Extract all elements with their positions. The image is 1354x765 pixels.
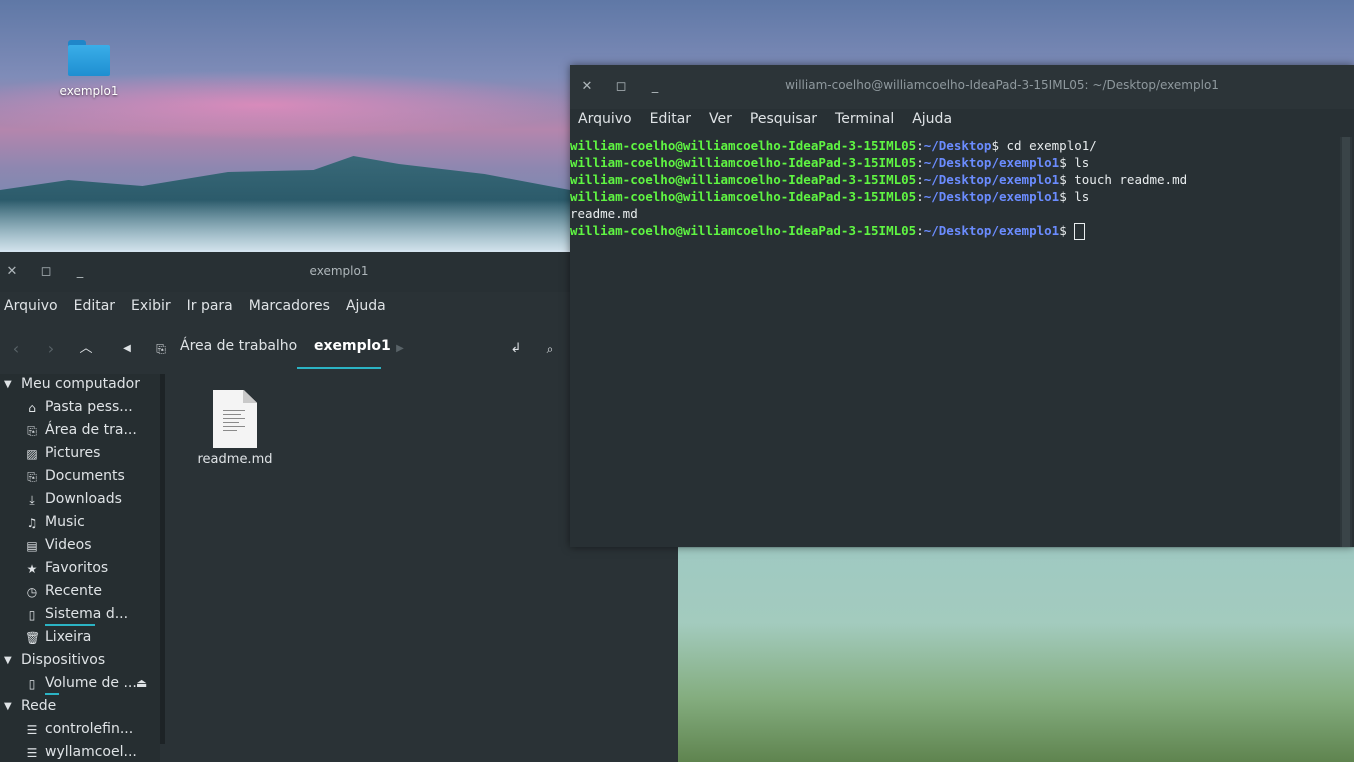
eject-icon[interactable]: ⏏ <box>136 676 147 690</box>
download-icon: ⤓ <box>29 493 35 507</box>
home-icon: ⌂ <box>28 401 36 415</box>
sidebar-item-videos[interactable]: ▤ Videos <box>0 535 160 558</box>
expand-arrow-icon: ▼ <box>4 701 12 712</box>
up-icon[interactable]: ︿ <box>77 340 95 358</box>
terminal-titlebar: ✕ ◻ _ william-coelho@williamcoelho-IdeaP… <box>570 65 1354 109</box>
forward-icon[interactable]: › <box>42 340 60 358</box>
sidebar-section-dispositivos[interactable]: ▼ Dispositivos <box>0 650 160 673</box>
video-icon: ▤ <box>26 539 38 553</box>
expand-arrow-icon: ▼ <box>4 655 12 666</box>
back-icon[interactable]: ‹ <box>7 340 25 358</box>
file-name: readme.md <box>197 452 273 467</box>
music-icon: ♫ <box>26 516 38 530</box>
image-icon: ▨ <box>26 447 38 461</box>
sidebar-item-recente[interactable]: ◷ Recente <box>0 581 160 604</box>
maximize-icon[interactable]: ◻ <box>613 79 629 95</box>
desktop-folder-icon: ⎘ <box>27 424 37 438</box>
menu-item-ajuda[interactable]: Ajuda <box>912 111 952 127</box>
menu-item-marcadores[interactable]: Marcadores <box>249 298 330 314</box>
sidebar-item-music[interactable]: ♫ Music <box>0 512 160 535</box>
menu-item-arquivo[interactable]: Arquivo <box>4 298 58 314</box>
terminal-output-line: readme.md <box>570 206 638 221</box>
network-server-icon: ☰ <box>26 746 38 760</box>
breadcrumb-exemplo1[interactable]: exemplo1 <box>314 338 391 354</box>
breadcrumb-area-de-trabalho[interactable]: Área de trabalho <box>180 338 297 354</box>
text-cursor <box>1074 223 1086 240</box>
terminal-menu-bar: Arquivo Editar Ver Pesquisar Terminal Aj… <box>578 111 970 127</box>
sidebar-item-sistema-de-arquivos[interactable]: ▯ Sistema d... <box>0 604 160 627</box>
terminal-title: william-coelho@williamcoelho-IdeaPad-3-1… <box>785 78 1219 92</box>
star-icon: ★ <box>26 562 38 576</box>
terminal-window: ✕ ◻ _ william-coelho@williamcoelho-IdeaP… <box>570 65 1354 547</box>
menu-item-ajuda[interactable]: Ajuda <box>346 298 386 314</box>
sidebar-item-volume[interactable]: ▯ Volume de ... ⏏ <box>0 673 160 696</box>
scrollbar-thumb[interactable] <box>1342 137 1350 547</box>
sidebar-item-pictures[interactable]: ▨ Pictures <box>0 443 160 466</box>
sidebar-item-favoritos[interactable]: ★ Favoritos <box>0 558 160 581</box>
active-crumb-indicator <box>297 367 381 369</box>
folder-icon <box>68 40 110 76</box>
sidebar-item-controlefin[interactable]: ☰ controlefin... <box>0 719 160 742</box>
desktop-folder-icon: ⎘ <box>156 342 166 356</box>
sidebar-section-rede[interactable]: ▼ Rede <box>0 696 160 719</box>
terminal-scrollbar[interactable] <box>1340 137 1352 547</box>
terminal-prompt-line: william-coelho@williamcoelho-IdeaPad-3-1… <box>570 222 1340 240</box>
menu-item-ver[interactable]: Ver <box>709 111 732 127</box>
search-icon[interactable]: ⌕ <box>541 340 559 358</box>
terminal-line: william-coelho@williamcoelho-IdeaPad-3-1… <box>570 138 1097 153</box>
desktop-folder[interactable]: exemplo1 <box>58 40 120 98</box>
sidebar: ▼ Meu computador ⌂ Pasta pess... ⎘ Área … <box>0 374 160 762</box>
terminal-line: william-coelho@williamcoelho-IdeaPad-3-1… <box>570 155 1090 170</box>
toolbar: ‹ › ︿ ◀ ⎘ Área de trabalho exemplo1 ▶ ↲ … <box>0 324 567 375</box>
menu-bar: Arquivo Editar Exibir Ir para Marcadores… <box>4 298 402 314</box>
menu-item-arquivo[interactable]: Arquivo <box>578 111 632 127</box>
sidebar-item-area-de-trabalho[interactable]: ⎘ Área de tra... <box>0 420 160 443</box>
location-toggle-icon[interactable]: ↲ <box>507 340 525 358</box>
sidebar-item-downloads[interactable]: ⤓ Downloads <box>0 489 160 512</box>
sidebar-item-lixeira[interactable]: 🗑 Lixeira <box>0 627 160 650</box>
terminal-output[interactable]: william-coelho@williamcoelho-IdeaPad-3-1… <box>570 137 1340 547</box>
menu-item-pesquisar[interactable]: Pesquisar <box>750 111 817 127</box>
network-server-icon: ☰ <box>26 723 38 737</box>
menu-item-terminal[interactable]: Terminal <box>835 111 894 127</box>
desktop-folder-label: exemplo1 <box>59 84 119 98</box>
disk-usage-bar <box>45 624 95 626</box>
expand-arrow-icon: ▼ <box>4 379 12 390</box>
disk-usage-bar <box>45 693 59 695</box>
drive-icon: ▯ <box>28 677 36 691</box>
terminal-line: william-coelho@williamcoelho-IdeaPad-3-1… <box>570 172 1188 187</box>
menu-item-exibir[interactable]: Exibir <box>131 298 171 314</box>
breadcrumb-left-icon[interactable]: ◀ <box>118 340 136 358</box>
menu-item-editar[interactable]: Editar <box>74 298 115 314</box>
text-file-icon <box>213 390 257 448</box>
menu-item-editar[interactable]: Editar <box>650 111 691 127</box>
trash-icon: 🗑 <box>25 631 41 645</box>
close-icon[interactable]: ✕ <box>579 79 595 95</box>
sidebar-section-meu-computador[interactable]: ▼ Meu computador <box>0 374 160 397</box>
terminal-line: william-coelho@williamcoelho-IdeaPad-3-1… <box>570 189 1090 204</box>
sidebar-item-pasta-pessoal[interactable]: ⌂ Pasta pess... <box>0 397 160 420</box>
drive-icon: ▯ <box>28 608 36 622</box>
breadcrumb-right-icon[interactable]: ▶ <box>391 340 409 358</box>
document-folder-icon: ⎘ <box>27 470 37 484</box>
menu-item-ir-para[interactable]: Ir para <box>187 298 233 314</box>
file-item[interactable]: readme.md <box>195 390 275 467</box>
sidebar-item-documents[interactable]: ⎘ Documents <box>0 466 160 489</box>
clock-icon: ◷ <box>26 585 38 599</box>
